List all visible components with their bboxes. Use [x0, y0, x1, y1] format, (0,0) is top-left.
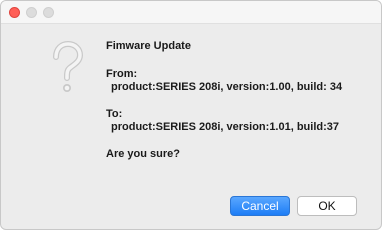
dialog-window: Fimware Update From: product:SERIES 208i…	[0, 0, 382, 230]
to-value: product:SERIES 208i, version:1.01, build…	[111, 121, 340, 133]
to-section: To: product:SERIES 208i, version:1.01, b…	[106, 108, 374, 134]
minimize-window-button[interactable]	[26, 7, 37, 18]
title-bar[interactable]	[1, 1, 381, 24]
cancel-button[interactable]: Cancel	[230, 196, 290, 216]
zoom-window-button[interactable]	[43, 7, 54, 18]
confirmation-question: Are you sure?	[106, 148, 180, 160]
to-label: To:	[106, 108, 123, 120]
from-label: From:	[106, 68, 138, 80]
question-mark-icon	[53, 41, 84, 92]
dialog-title: Fimware Update	[106, 40, 191, 52]
from-value: product:SERIES 208i, version:1.00, build…	[111, 81, 343, 93]
ok-button[interactable]: OK	[297, 196, 357, 216]
from-section: From: product:SERIES 208i, version:1.00,…	[106, 68, 374, 94]
dialog-message: Fimware Update From: product:SERIES 208i…	[106, 40, 374, 172]
close-window-button[interactable]	[9, 7, 20, 18]
